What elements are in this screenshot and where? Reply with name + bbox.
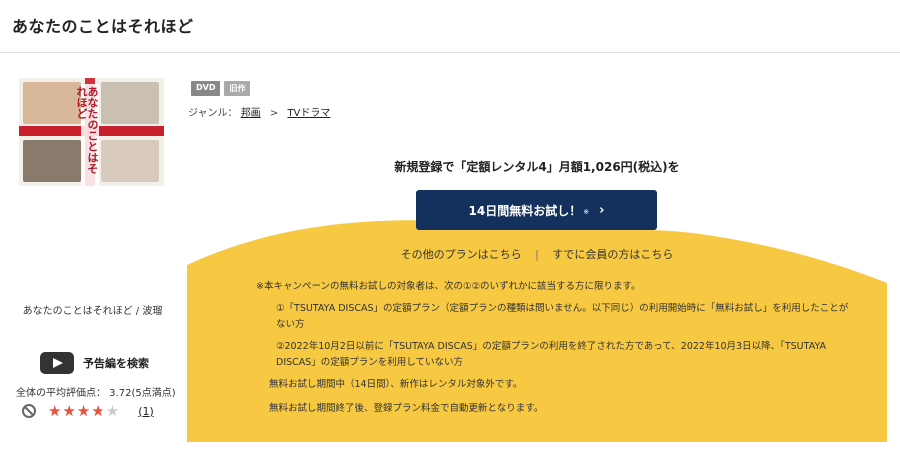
page-title: あなたのことはそれほど [12, 17, 194, 36]
note-trial-period: 無料お試し期間中（14日間）、新作はレンタル対象外です。 [269, 379, 523, 390]
rating-row: ★★★★★ ★★★★★ (1) [22, 403, 154, 419]
title-divider [0, 52, 900, 53]
free-trial-note-mark: ※ [583, 208, 590, 216]
note-item-1: ①「TSUTAYA DISCAS」の定額プラン（定額プランの種類は問いません。以… [276, 303, 849, 330]
plan-links: その他のプランはこちら | すでに会員の方はこちら [187, 246, 887, 262]
free-trial-label: 14日間無料お試し！ [468, 203, 582, 218]
stars-filled: ★★★★★ [48, 403, 102, 419]
genre-link-tv-drama[interactable]: TVドラマ [287, 108, 330, 119]
campaign-notes: ※本キャンペーンの無料お試しの対象者は、次の①②のいずれかに該当する方に限ります… [256, 279, 856, 425]
review-count-link[interactable]: (1) [138, 405, 154, 418]
old-release-badge: 旧作 [224, 81, 251, 96]
genre-separator: > [269, 108, 279, 119]
genre-breadcrumb: ジャンル： 邦画 > TVドラマ [188, 104, 330, 119]
chevron-right-icon: › [599, 202, 605, 218]
trailer-search-button[interactable]: 予告編を検索 [40, 352, 149, 374]
campaign-headline: 新規登録で「定額レンタル4」月額1,026円(税込)を [394, 160, 680, 174]
rating-stars[interactable]: ★★★★★ ★★★★★ [48, 403, 120, 419]
genre-link-japanese-film[interactable]: 邦画 [241, 108, 261, 119]
prohibited-icon[interactable] [22, 404, 36, 418]
thumb-photo-top-left [23, 82, 81, 124]
thumb-photo-bottom-left [23, 140, 81, 182]
thumb-title-text: あなたのことはそれほど [75, 84, 99, 186]
member-login-link[interactable]: すでに会員の方はこちら [552, 248, 673, 261]
dvd-badge: DVD [191, 81, 221, 96]
genre-label: ジャンル： [188, 108, 238, 119]
thumb-photo-bottom-right [101, 140, 159, 182]
note-intro: ※本キャンペーンの無料お試しの対象者は、次の①②のいずれかに該当する方に限ります… [256, 281, 641, 292]
series-caption: あなたのことはそれほど / 波瑠 [22, 306, 163, 317]
free-trial-button[interactable]: 14日間無料お試し！ ※ › [416, 190, 657, 230]
note-auto-renew: 無料お試し期間終了後、登録プラン料金で自動更新となります。 [269, 403, 544, 414]
trailer-search-label: 予告編を検索 [83, 357, 149, 370]
thumb-photo-top-right [101, 82, 159, 124]
other-plans-link[interactable]: その他のプランはこちら [401, 248, 522, 261]
format-badges: DVD 旧作 [191, 81, 251, 96]
title-thumbnail[interactable]: あなたのことはそれほど [19, 78, 164, 186]
note-item-2: ②2022年10月2日以前に「TSUTAYA DISCAS」の定額プランの利用を… [276, 341, 827, 368]
youtube-play-icon [40, 352, 74, 374]
average-rating-text: 全体の平均評価点： 3.72(5点満点) [16, 388, 176, 399]
plan-links-divider: | [535, 248, 539, 261]
